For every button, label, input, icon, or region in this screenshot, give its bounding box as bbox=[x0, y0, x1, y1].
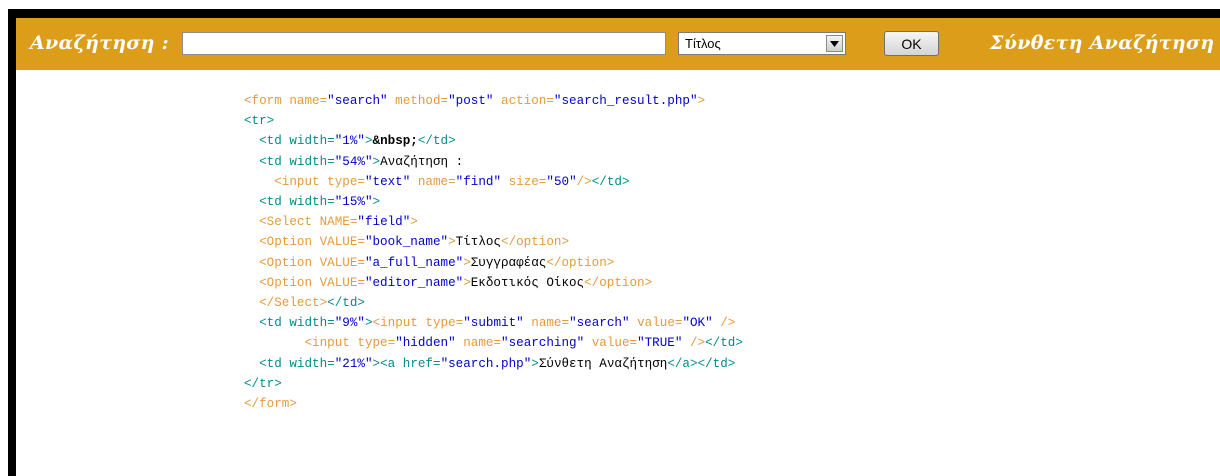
code-line: <td width="21%"><a href="search.php">Σύν… bbox=[259, 356, 736, 371]
code-line: <input type="hidden" name="searching" va… bbox=[304, 336, 743, 351]
code-line: </form> bbox=[244, 397, 297, 412]
code-line: </Select></td> bbox=[259, 296, 365, 311]
code-line: <tr> bbox=[244, 114, 275, 129]
code-line: <Option VALUE="a_full_name">Συγγραφέας</… bbox=[259, 255, 615, 270]
code-listing: <form name="search" method="post" action… bbox=[244, 91, 743, 414]
advanced-search-link[interactable]: Σύνθετη Αναζήτηση bbox=[990, 32, 1214, 54]
search-label: Αναζήτηση : bbox=[30, 32, 169, 54]
field-select-value: Τίτλος bbox=[685, 36, 721, 51]
code-line: <Option VALUE="book_name">Τίτλος</option… bbox=[259, 235, 570, 250]
code-line: <td width="54%">Αναζήτηση : bbox=[259, 154, 464, 169]
code-line: </tr> bbox=[244, 376, 282, 391]
code-line: <Select NAME="field"> bbox=[259, 215, 418, 230]
code-line: <Option VALUE="editor_name">Εκδοτικός Οί… bbox=[259, 275, 653, 290]
code-line: <td width="15%"> bbox=[259, 195, 381, 210]
chevron-down-icon[interactable] bbox=[826, 35, 843, 52]
field-select[interactable]: Τίτλος bbox=[678, 32, 846, 55]
code-line: <input type="text" name="find" size="50"… bbox=[274, 174, 630, 189]
code-line: <form name="search" method="post" action… bbox=[244, 94, 706, 108]
code-line: <td width="1%">&nbsp;</td> bbox=[259, 134, 456, 149]
search-input[interactable] bbox=[182, 32, 666, 55]
ok-button[interactable]: OK bbox=[884, 31, 939, 56]
code-line: <td width="9%"><input type="submit" name… bbox=[259, 316, 736, 331]
search-bar: Αναζήτηση : Τίτλος OK Σύνθετη Αναζήτηση bbox=[16, 18, 1220, 70]
